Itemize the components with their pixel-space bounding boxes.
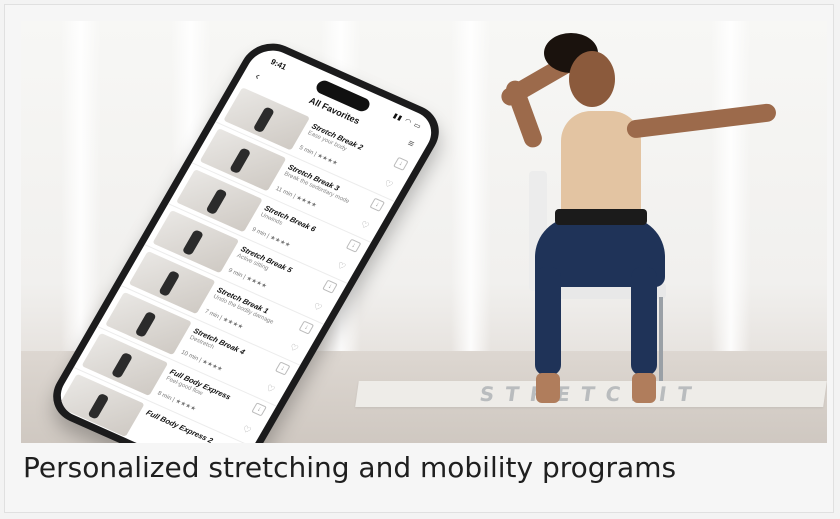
heart-icon[interactable]: ♡ [287, 342, 300, 355]
caption: Personalized stretching and mobility pro… [23, 451, 677, 484]
curtain-fold [61, 21, 101, 351]
yoga-mat: STRETCHIT [355, 381, 827, 407]
person-arm [625, 102, 777, 139]
download-icon[interactable]: ↓ [298, 320, 315, 335]
person-head [569, 51, 615, 107]
download-icon[interactable]: ↓ [274, 361, 291, 376]
heart-icon[interactable]: ♡ [311, 301, 323, 314]
download-icon[interactable]: ↓ [322, 279, 338, 294]
curtain-fold [711, 21, 751, 351]
content-card: STRETCHIT 9:41 ▮▮ ◠ ▭ ‹ All Favorites ≡ … [4, 4, 834, 513]
person-foot [632, 373, 656, 403]
hero-image: STRETCHIT 9:41 ▮▮ ◠ ▭ ‹ All Favorites ≡ … [21, 21, 827, 443]
heart-icon[interactable]: ♡ [382, 178, 394, 191]
status-time: 9:41 [268, 57, 289, 72]
heart-icon[interactable]: ♡ [335, 260, 347, 273]
person-shin [631, 267, 657, 375]
heart-icon[interactable]: ♡ [240, 424, 253, 437]
download-icon[interactable]: ↓ [251, 402, 267, 417]
chair-leg [659, 297, 663, 381]
status-icons: ▮▮ ◠ ▭ [391, 112, 423, 131]
person-foot [536, 373, 560, 403]
download-icon[interactable]: ↓ [345, 238, 362, 253]
download-icon[interactable]: ↓ [369, 197, 386, 212]
person-shin [535, 267, 561, 375]
curtain-fold [451, 21, 491, 351]
heart-icon[interactable]: ♡ [358, 219, 371, 232]
mat-brand: STRETCHIT [478, 382, 704, 406]
person-belt [555, 209, 647, 225]
download-icon[interactable]: ↓ [393, 156, 409, 171]
heart-icon[interactable]: ♡ [264, 383, 276, 396]
